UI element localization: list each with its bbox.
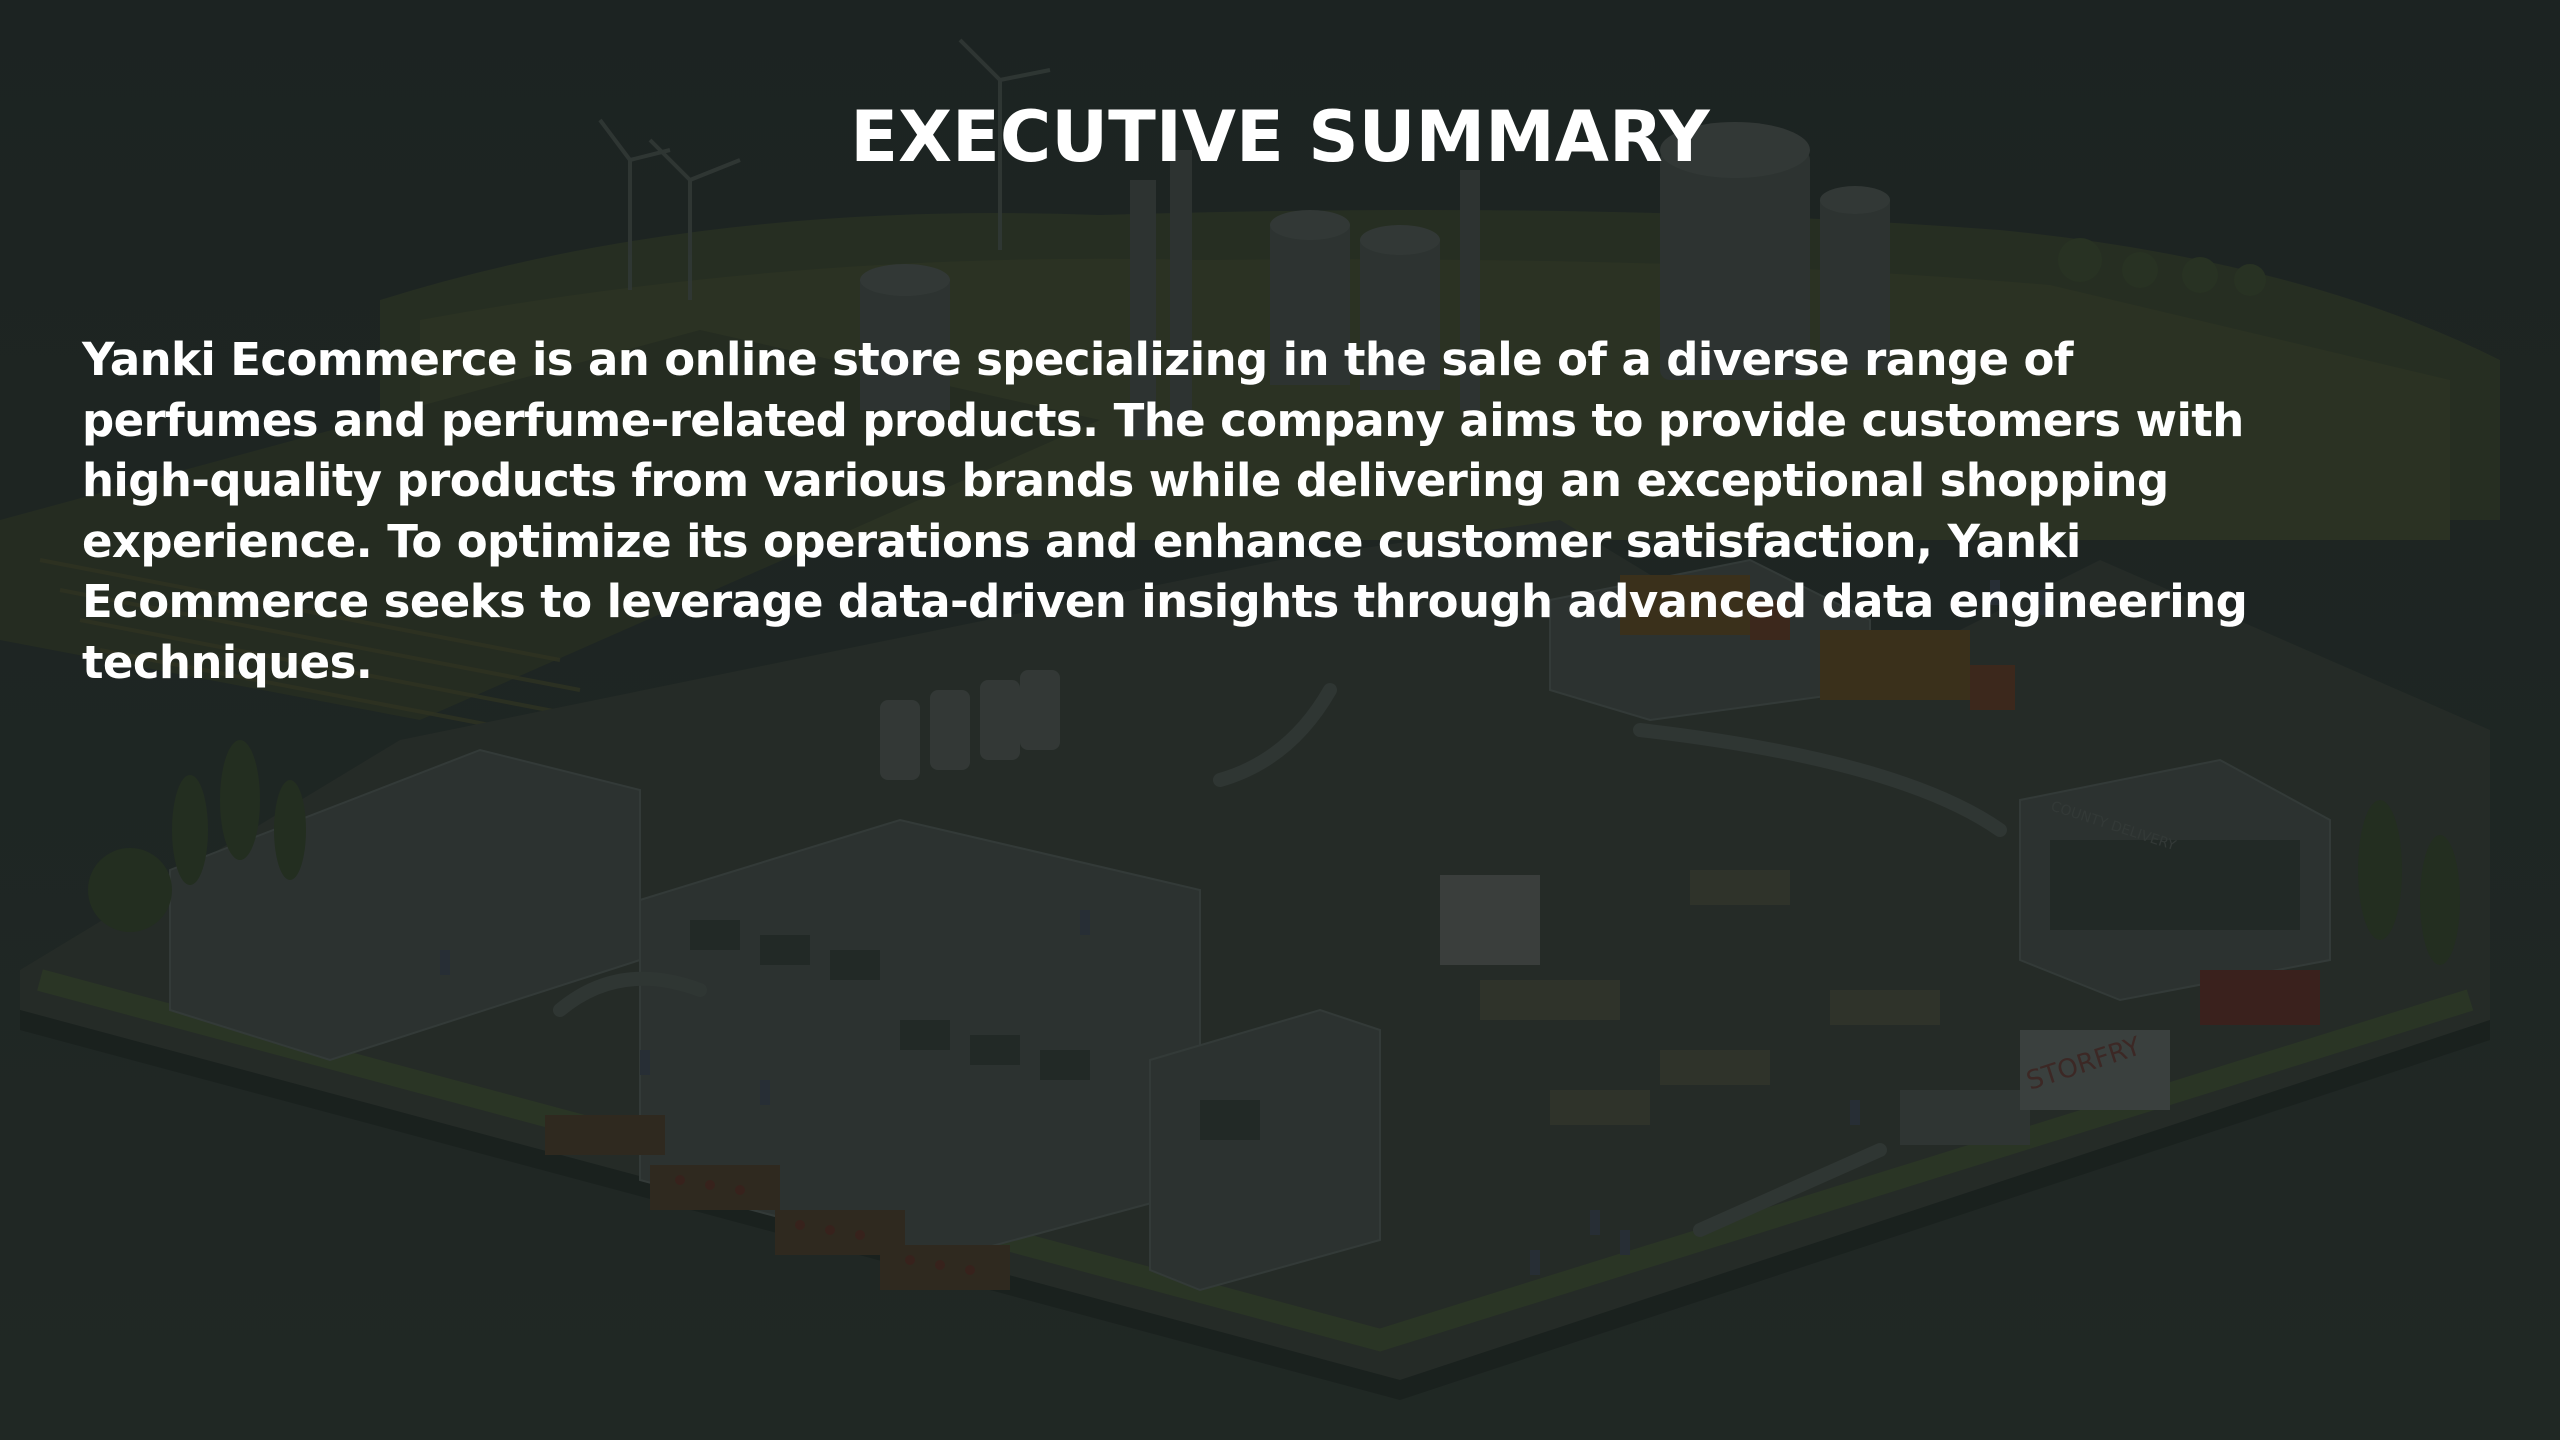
slide: STORFRY COUNTY DELIVERY EXECUTIVE SUMMAR… xyxy=(0,0,2560,1440)
summary-paragraph: Yanki Ecommerce is an online store speci… xyxy=(82,333,2248,689)
background-illustration: STORFRY COUNTY DELIVERY xyxy=(0,0,2560,1440)
slide-title: EXECUTIVE SUMMARY xyxy=(850,96,1710,178)
